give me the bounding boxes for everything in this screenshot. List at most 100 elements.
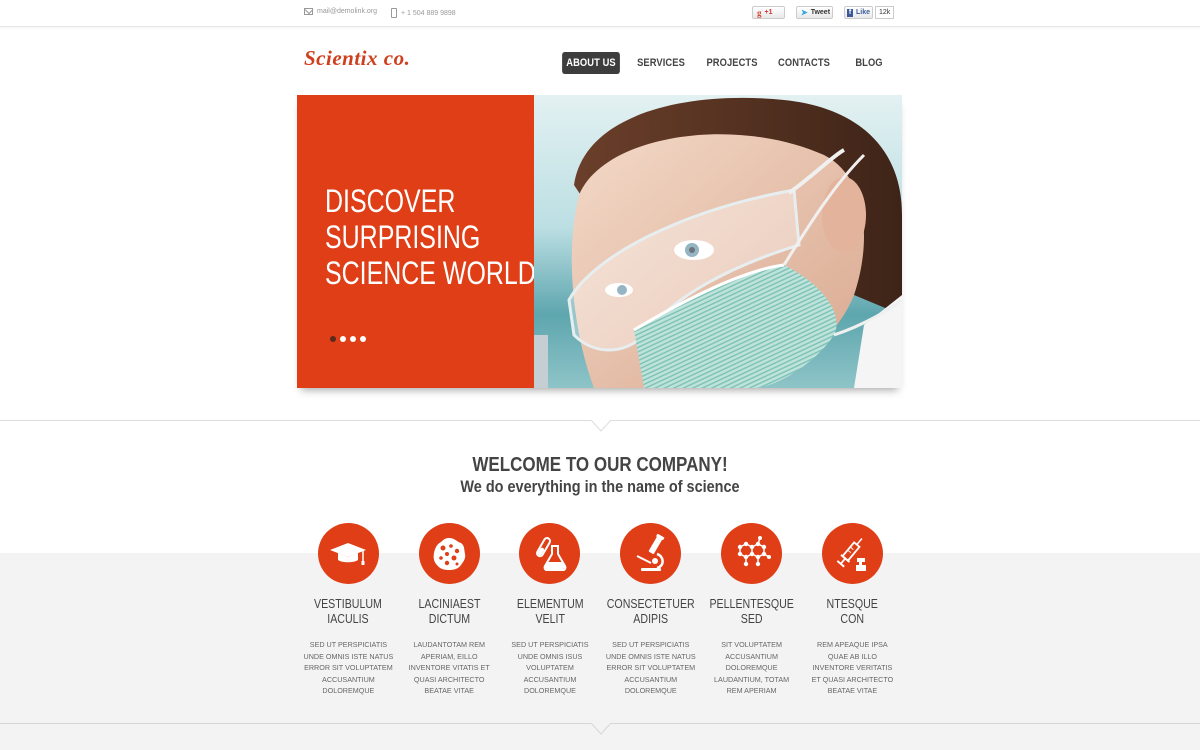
welcome-subtitle: We do everything in the name of science [460,477,740,496]
feature-text-line: Sed ut perspiciatis [309,640,387,649]
feature-text-line: doloremque [524,686,576,695]
feature-item: Consectetuer Adipis Sed ut perspiciatis … [600,523,701,697]
feature-title-line: Velit [535,612,565,626]
facebook-icon: f [847,8,853,17]
welcome-title: WELCOME TO OUR COMPANY! [472,454,728,476]
feature-text-line: Sed ut perspiciatis [612,640,690,649]
divider-arrow-icon [591,420,611,432]
feature-title-line: Ntesque [826,597,879,611]
feature-title-line: Pellentesque [709,597,794,611]
feature-icon-circle[interactable] [418,523,480,584]
feature-text-line: accusantium [322,674,375,684]
slider-dot-2[interactable] [340,336,346,342]
hero-title-line: SURPRISING [325,219,481,255]
main-nav: About Us Services Projects Contacts Blog [557,52,897,74]
feature-text-line: Sit voluptatem [721,640,782,649]
graduation-cap-icon [330,542,367,565]
feature-title-line: Elementum [516,597,584,611]
nav-blog[interactable]: Blog [845,52,893,74]
syringe-icon [837,537,867,571]
google-plus-label: +1 [764,9,773,16]
feature-title-line: Sed [740,612,763,626]
feature-text: Sed ut perspiciatis unde omnis iste natu… [606,639,696,697]
feature-text-line: doloremque [725,663,778,672]
feature-text-line: unde omnis iste natus [303,651,394,661]
feature-text-line: Laudantotam rem [413,640,485,649]
like-count: 12k [875,6,895,19]
features-list: Vestibulum Iaculis Sed ut perspiciatis u… [298,523,903,697]
feature-item: Pellentesque Sed Sit voluptatem accusant… [701,523,802,697]
feature-title: Consectetuer Adipis [607,597,695,627]
feature-title: Pellentesque Sed [709,597,793,627]
feature-text-line: doloremque [322,686,375,695]
scientist-photo [534,95,902,388]
email-contact[interactable]: mail@demolink.org [304,8,377,15]
feature-title-line: Con [840,612,865,626]
feature-icon-circle[interactable] [519,523,581,584]
feature-title-line: Laciniaest [418,597,481,611]
feature-text-line: voluptatem [526,663,574,672]
google-plus-icon: g [757,7,762,18]
feature-title-line: Adipis [633,612,669,626]
feature-icon-circle[interactable] [721,523,783,584]
nav-contacts[interactable]: Contacts [773,52,836,74]
feature-text-line: unde omnis iste natus [605,651,696,661]
feature-title-line: Consectetuer [606,597,695,611]
feature-icon-circle[interactable] [317,523,379,584]
microscope-icon [636,533,665,571]
feature-text: Sit voluptatem accusantium doloremque la… [714,639,789,697]
hero-title-line: DISCOVER [325,183,456,219]
slider-dot-3[interactable] [350,336,356,342]
feature-text-line: inventore veritatis [812,663,893,672]
nav-services[interactable]: Services [630,52,691,74]
feature-text-line: Sed ut perspiciatis [511,640,589,649]
site-logo[interactable]: Scientix co. [304,46,410,71]
nav-projects[interactable]: Projects [702,52,762,74]
email-text[interactable]: mail@demolink.org [317,8,377,15]
feature-text-line: laudantium, totam [714,674,790,684]
feature-text-line: et quasi architecto [811,674,894,684]
feature-text: Sed ut perspiciatis unde omnis iste natu… [304,639,394,697]
feature-item: Ntesque Con Rem apeaque ipsa quae ab ill… [802,523,903,697]
feature-text: Laudantotam rem aperiam, eillo inventore… [409,639,490,697]
hero-title-line: SCIENCE WORLD! [325,255,543,291]
tweet-label: Tweet [810,9,831,16]
feature-text: Rem apeaque ipsa quae ab illo inventore … [812,639,894,697]
feature-text-line: accusantium [523,674,577,684]
feature-title: Laciniaest Dictum [418,597,480,627]
slider-dot-4[interactable] [360,336,366,342]
feature-title: Ntesque Con [827,597,878,627]
cell-icon [433,537,466,570]
slider-dot-1[interactable] [330,336,336,342]
tweet-button[interactable]: ➤ Tweet [796,6,833,19]
phone-icon [391,8,397,18]
feature-item: Vestibulum Iaculis Sed ut perspiciatis u… [298,523,399,697]
feature-text-line: doloremque [624,686,677,695]
feature-title: Vestibulum Iaculis [314,597,382,627]
feature-text-line: quae ab illo [827,651,877,661]
nav-about-us[interactable]: About Us [562,52,620,74]
feature-item: Laciniaest Dictum Laudantotam rem aperia… [399,523,500,697]
feature-text-line: inventore vitatis et [408,663,490,672]
feature-icon-circle[interactable] [821,523,883,584]
hero-title: DISCOVER SURPRISING SCIENCE WORLD! [325,183,543,291]
divider-arrow-icon [591,723,611,735]
feature-title-line: Iaculis [327,612,370,626]
feature-text-line: accusantium [624,674,678,684]
like-label: Like [855,9,870,16]
feature-text-line: error sit voluptatem [606,663,696,672]
facebook-like-button[interactable]: f Like [844,6,873,19]
slider-pagination [330,336,366,342]
phone-text: + 1 504 889 9898 [401,9,456,17]
hero-slider: DISCOVER SURPRISING SCIENCE WORLD! [297,95,902,388]
feature-text-line: rem aperiam [726,686,777,695]
hero-caption-panel: DISCOVER SURPRISING SCIENCE WORLD! [297,95,543,388]
feature-icon-circle[interactable] [620,523,682,584]
google-plus-button[interactable]: g +1 [752,6,785,19]
twitter-bird-icon: ➤ [801,8,808,17]
feature-text-line: error sit voluptatem [304,663,393,672]
envelope-icon [304,8,313,15]
feature-title-line: Dictum [428,612,470,626]
feature-title: Elementum Velit [517,597,584,627]
flask-icon [535,536,567,571]
